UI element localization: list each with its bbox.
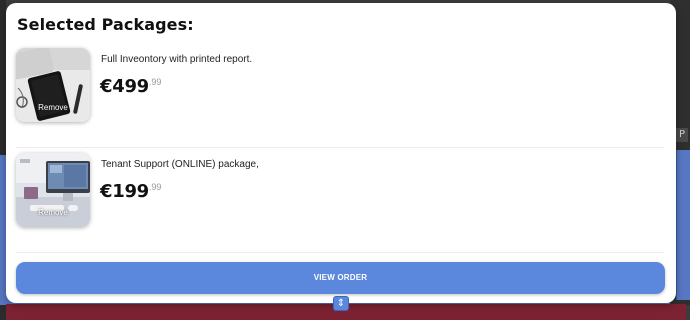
package-price: €199.99 <box>100 181 161 202</box>
backdrop-side-label: P <box>676 128 688 142</box>
modal-title: Selected Packages: <box>17 15 194 34</box>
remove-button[interactable]: Remove <box>16 208 90 217</box>
price-main: €199 <box>100 181 149 202</box>
package-price: €499.99 <box>100 76 161 97</box>
selected-packages-modal: Selected Packages: Remove Full Inveontor… <box>6 3 676 303</box>
package-name: Tenant Support (ONLINE) package, <box>101 159 259 170</box>
resize-vertical-icon[interactable]: ⇕ <box>333 296 349 311</box>
package-name: Full Inveontory with printed report. <box>101 54 253 65</box>
package-item: Remove Full Inveontory with printed repo… <box>16 48 664 148</box>
remove-button[interactable]: Remove <box>16 103 90 112</box>
package-thumbnail[interactable]: Remove <box>16 153 90 227</box>
backdrop-right-chip <box>676 150 690 300</box>
price-cents: .99 <box>148 77 162 87</box>
package-item: Remove Tenant Support (ONLINE) package, … <box>16 153 664 253</box>
price-cents: .99 <box>148 182 162 192</box>
package-thumbnail[interactable]: Remove <box>16 48 90 122</box>
price-main: €499 <box>100 76 149 97</box>
view-order-button[interactable]: VIEW ORDER <box>16 262 665 294</box>
